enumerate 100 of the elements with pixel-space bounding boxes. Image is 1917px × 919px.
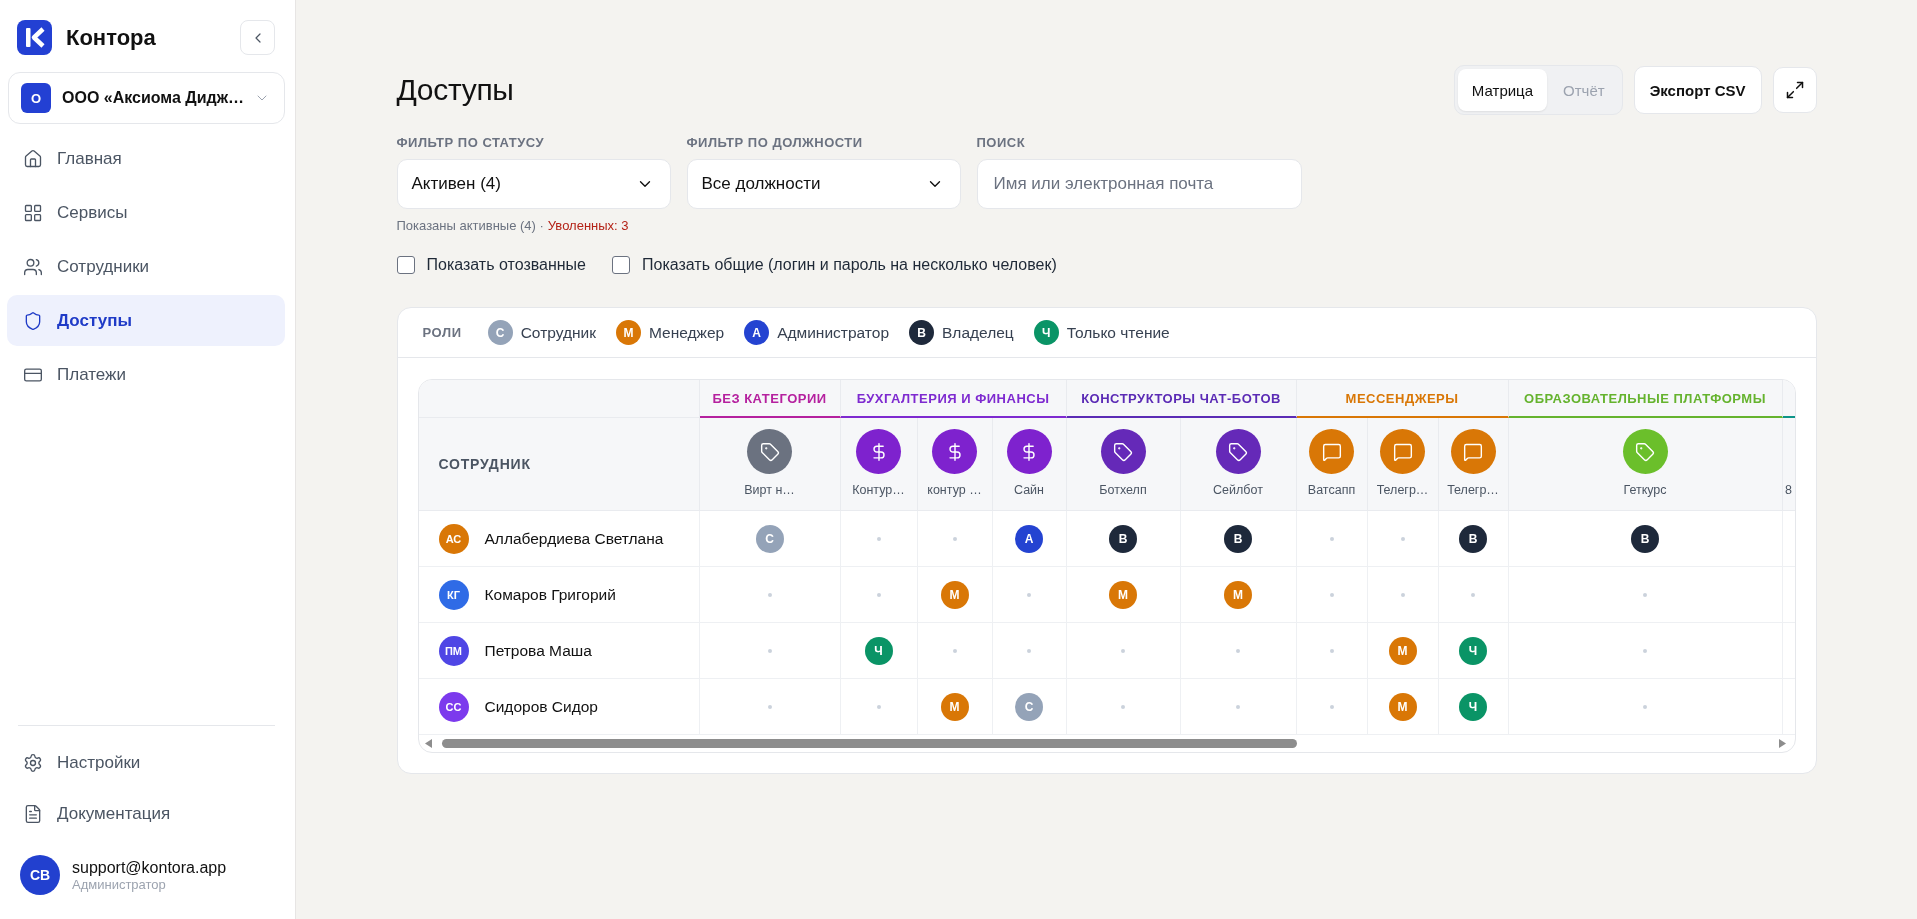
category-header: МЕССЕНДЖЕРЫ	[1296, 380, 1509, 418]
dot-icon	[1643, 593, 1647, 598]
nav-item[interactable]: Документация	[7, 788, 285, 839]
role-label: Сотрудник	[520, 323, 596, 342]
service-label: Геткурс	[1623, 482, 1667, 498]
employee-name: Петрова Маша	[484, 641, 592, 660]
checkbox[interactable]	[396, 256, 415, 274]
role-badge: С	[1015, 692, 1043, 721]
nav-item[interactable]: Настройки	[7, 737, 285, 788]
filter-hint: Показаны активные (4) ·	[396, 218, 544, 233]
role-badge: М	[940, 580, 969, 609]
role-badge: Ч	[1033, 320, 1059, 345]
dot-icon	[767, 705, 772, 710]
employee-avatar: КГ	[438, 579, 469, 610]
grid-icon	[23, 202, 43, 223]
scroll-left-icon[interactable]	[424, 739, 432, 748]
role-badge: Ч	[864, 636, 893, 665]
role-badge: С	[755, 524, 784, 553]
service-label: Ватсапп	[1307, 482, 1356, 498]
role-badge: В	[1109, 524, 1137, 553]
organization-select[interactable]: О ООО «Аксиома Дидж…	[8, 72, 285, 124]
nav-item[interactable]: Сервисы	[7, 187, 285, 238]
dot-icon	[876, 593, 881, 598]
select-field[interactable]: Все должности	[686, 159, 961, 209]
settings-icon	[23, 752, 43, 773]
role-badge: Ч	[1459, 692, 1487, 721]
role-badge: М	[1109, 580, 1137, 609]
dot-icon	[1027, 649, 1031, 654]
dot-icon	[1236, 649, 1240, 654]
role-badge: М	[1224, 580, 1252, 609]
logo-icon	[17, 20, 52, 55]
user-avatar[interactable]: СВ	[20, 855, 60, 895]
filter-label: ПОИСК	[976, 135, 1026, 150]
dot-icon	[1400, 593, 1405, 598]
service-label: Сайн	[1014, 482, 1044, 498]
checkbox-label[interactable]: Показать отозванные	[426, 256, 586, 274]
dot-icon	[1329, 593, 1334, 598]
service-label: 8	[1785, 482, 1792, 498]
search-field[interactable]: Имя или электронная почта	[976, 159, 1302, 209]
users-icon	[23, 256, 43, 277]
expand-icon	[1784, 80, 1805, 100]
scroll-right-icon[interactable]	[1778, 739, 1786, 748]
select-field[interactable]: Активен (4)	[396, 159, 671, 209]
role-label: Администратор	[777, 323, 889, 342]
dot-icon	[1236, 705, 1240, 710]
role-badge: М	[940, 692, 969, 721]
service-label: Телегр…	[1447, 482, 1499, 498]
dot-icon	[952, 537, 957, 542]
service-label: Ботхелп	[1099, 482, 1147, 498]
expand-button[interactable]	[1772, 67, 1817, 113]
dot-icon	[767, 593, 772, 598]
dot-icon	[1329, 537, 1334, 542]
role-badge: М	[615, 320, 641, 345]
service-label: Сейлбот	[1213, 482, 1263, 498]
service-label: Телегр…	[1376, 482, 1429, 498]
brand-name: Контора	[66, 24, 156, 51]
checkbox-label[interactable]: Показать общие (логин и пароль на несколько человек)	[642, 256, 1057, 274]
role-badge: М	[1388, 636, 1417, 665]
nav-item[interactable]: Платежи	[7, 349, 285, 400]
role-badge: А	[1015, 524, 1043, 553]
service-label: Контур…	[852, 482, 905, 498]
category-header: ОБРАЗОВАТЕЛЬНЫЕ ПЛАТФОРМЫ	[1508, 380, 1783, 418]
employee-name: Комаров Григорий	[484, 585, 616, 604]
service-label: контур …	[927, 482, 982, 498]
dot-icon	[1643, 705, 1647, 710]
filter-label: ФИЛЬТР ПО ДОЛЖНОСТИ	[686, 135, 863, 150]
role-badge: А	[744, 320, 770, 345]
dismissed-link[interactable]: Уволенных: 3	[547, 218, 629, 233]
scrollbar-thumb[interactable]	[441, 739, 1297, 748]
export-button[interactable]: Экспорт CSV	[1633, 66, 1762, 114]
role-badge: В	[909, 320, 934, 345]
role-badge: Ч	[1459, 636, 1487, 665]
document-icon	[23, 803, 43, 824]
roles-label: РОЛИ	[422, 325, 462, 340]
employee-avatar: АС	[438, 523, 469, 554]
nav-item[interactable]: Сотрудники	[7, 241, 285, 292]
role-badge: В	[1459, 524, 1487, 553]
dot-icon	[1329, 705, 1334, 710]
dot-icon	[767, 649, 772, 654]
dot-icon	[876, 537, 881, 542]
nav-item[interactable]: Доступы	[7, 295, 285, 346]
dot-icon	[876, 705, 881, 710]
user-email: support@kontora.app	[72, 857, 227, 877]
page-title: Доступы	[396, 73, 514, 107]
category-header: БУХГАЛТЕРИЯ И ФИНАНСЫ	[840, 380, 1067, 418]
checkbox[interactable]	[612, 256, 630, 274]
view-tab[interactable]: Матрица	[1457, 69, 1548, 111]
collapse-button[interactable]	[240, 20, 275, 55]
employee-avatar: СС	[438, 691, 469, 722]
filter-label: ФИЛЬТР ПО СТАТУСУ	[396, 135, 545, 150]
role-badge: В	[1224, 524, 1252, 553]
category-header: БЕЗ КАТЕГОРИИ	[699, 380, 841, 418]
dot-icon	[952, 649, 957, 654]
employee-avatar: ПМ	[438, 635, 469, 666]
employee-name: Сидоров Сидор	[484, 697, 598, 716]
dot-icon	[1121, 649, 1125, 654]
home-icon	[23, 148, 43, 169]
dot-icon	[1643, 649, 1647, 654]
dot-icon	[1400, 537, 1405, 542]
nav-item[interactable]: Главная	[7, 133, 285, 184]
